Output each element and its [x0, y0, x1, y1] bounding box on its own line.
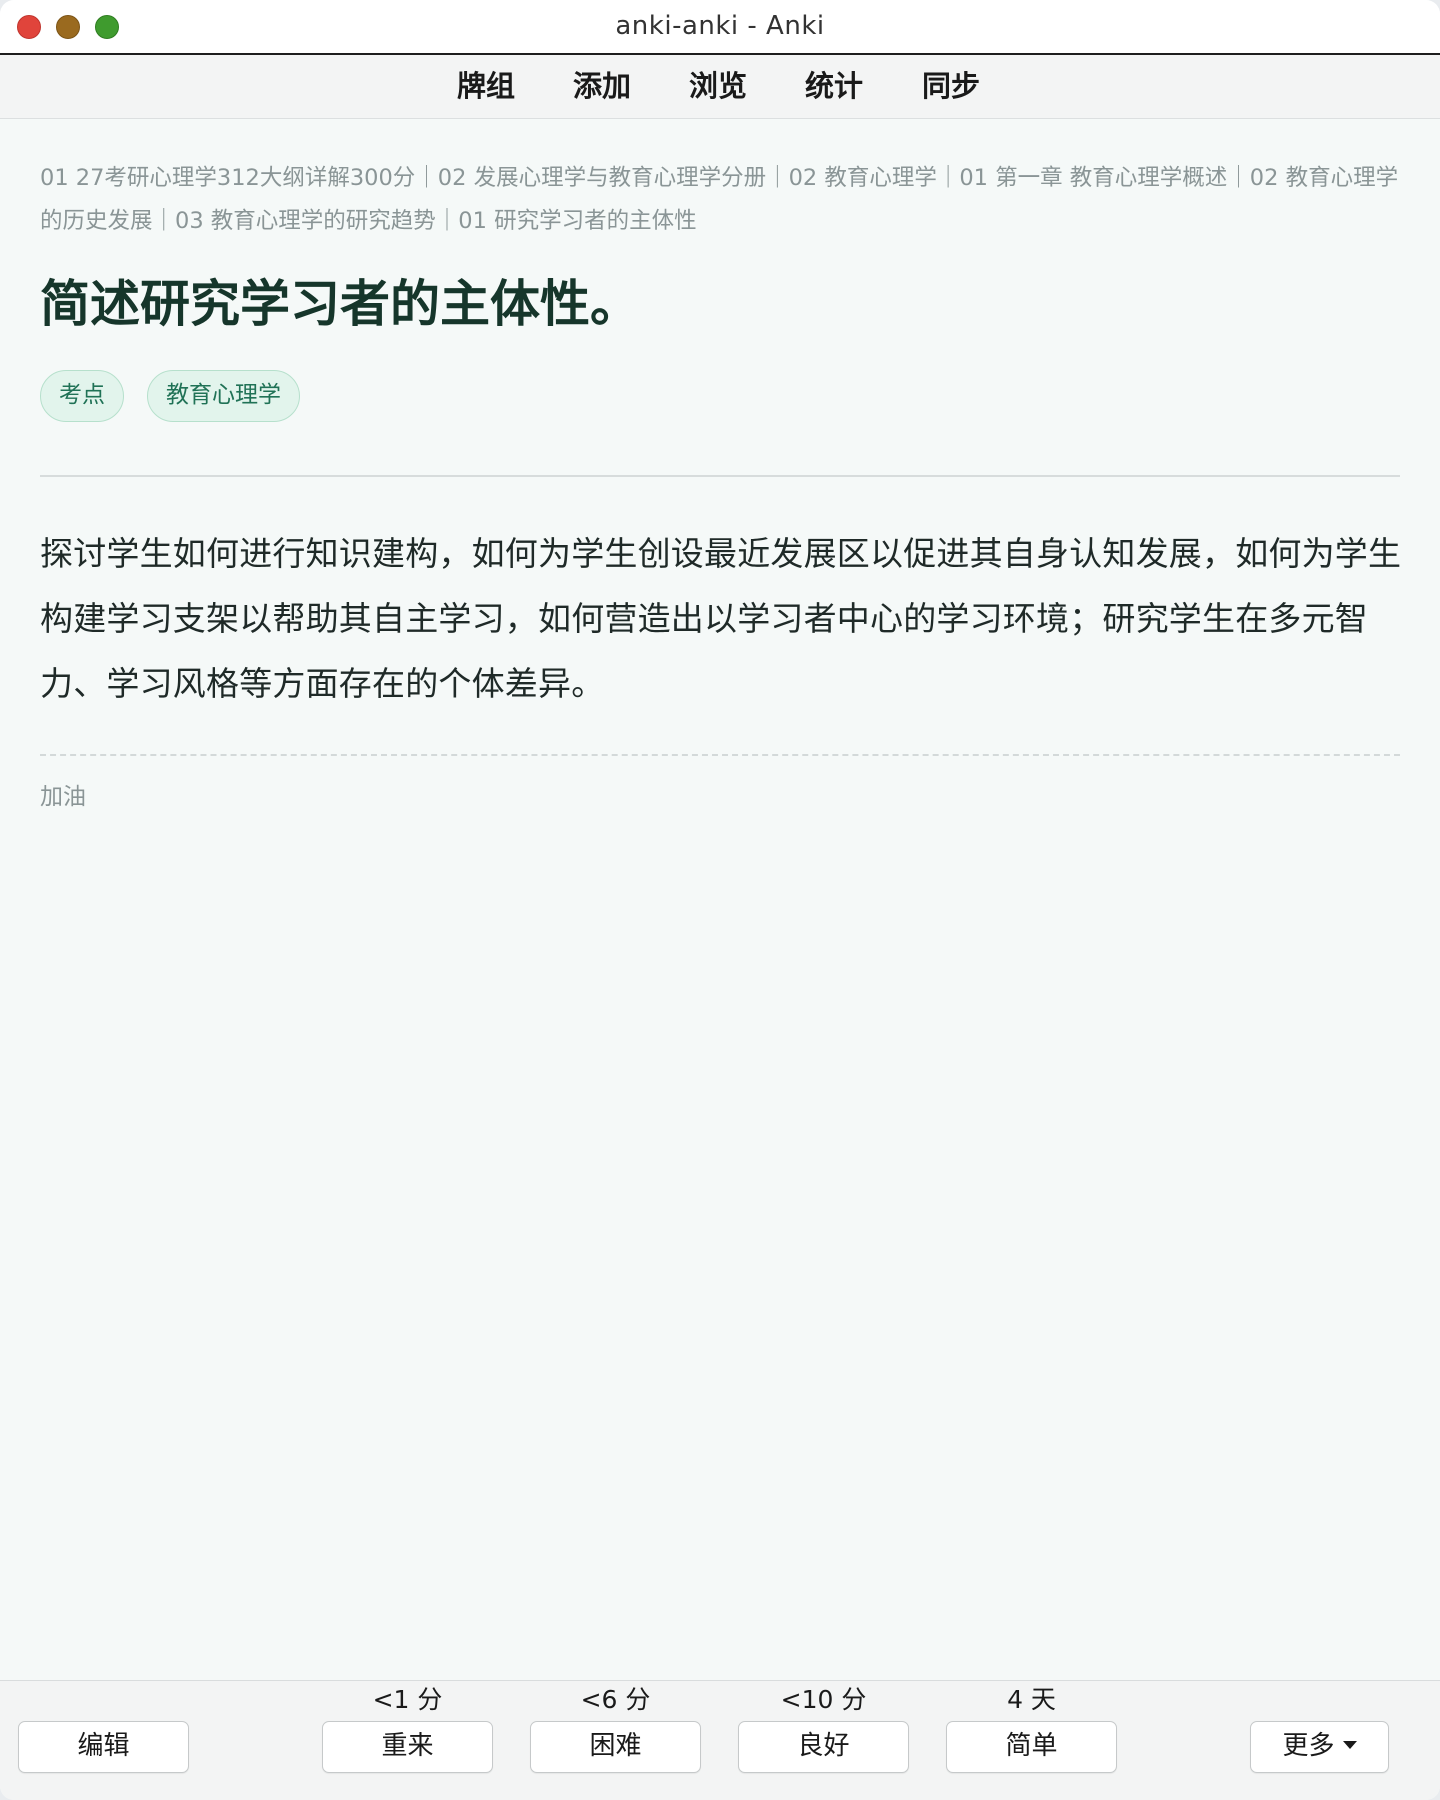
easy-button[interactable]: 简单 [946, 1721, 1117, 1773]
answer-interval: 4 天 [1007, 1685, 1056, 1714]
card-answer: 探讨学生如何进行知识建构，如何为学生创设最近发展区以促进其自身认知发展，如何为学… [40, 534, 1402, 703]
toolbar-decks[interactable]: 牌组 [457, 55, 515, 118]
more-button-label: 更多 [1282, 1731, 1335, 1761]
answer-interval: <1 分 [372, 1685, 443, 1714]
edit-button[interactable]: 编辑 [18, 1721, 189, 1773]
toolbar-add[interactable]: 添加 [573, 55, 631, 118]
hard-button[interactable]: 困难 [530, 1721, 701, 1773]
card-extra: 加油 [40, 784, 86, 810]
toolbar-browse[interactable]: 浏览 [689, 55, 747, 118]
title-bar[interactable]: anki-anki - Anki [0, 0, 1440, 55]
answer-divider [40, 475, 1400, 477]
good-button[interactable]: 良好 [738, 1721, 909, 1773]
caret-down-icon [1342, 1741, 1357, 1749]
review-bar: 编辑 <1 分 重来 <6 分 困难 <10 分 良好 4 天 简单 更多 [0, 1680, 1440, 1800]
toolbar-sync[interactable]: 同步 [922, 55, 980, 118]
again-button[interactable]: 重来 [322, 1721, 493, 1773]
anki-window: anki-anki - Anki 牌组 添加 浏览 统计 同步 01 27考研心… [0, 0, 1440, 1800]
toolbar-stats[interactable]: 统计 [805, 55, 863, 118]
deck-breadcrumb: 01 27考研心理学312大纲详解300分｜02 发展心理学与教育心理学分册｜0… [40, 165, 1399, 234]
answer-interval: <6 分 [580, 1685, 651, 1714]
tag-pill: 教育心理学 [147, 370, 300, 422]
answer-interval: <10 分 [780, 1685, 867, 1714]
more-button[interactable]: 更多 [1250, 1721, 1389, 1773]
card-question: 简述研究学习者的主体性。 [40, 275, 640, 333]
tag-pill: 考点 [40, 370, 124, 422]
extra-divider [40, 754, 1400, 756]
toolbar: 牌组 添加 浏览 统计 同步 [0, 55, 1440, 119]
window-title: anki-anki - Anki [615, 11, 825, 41]
